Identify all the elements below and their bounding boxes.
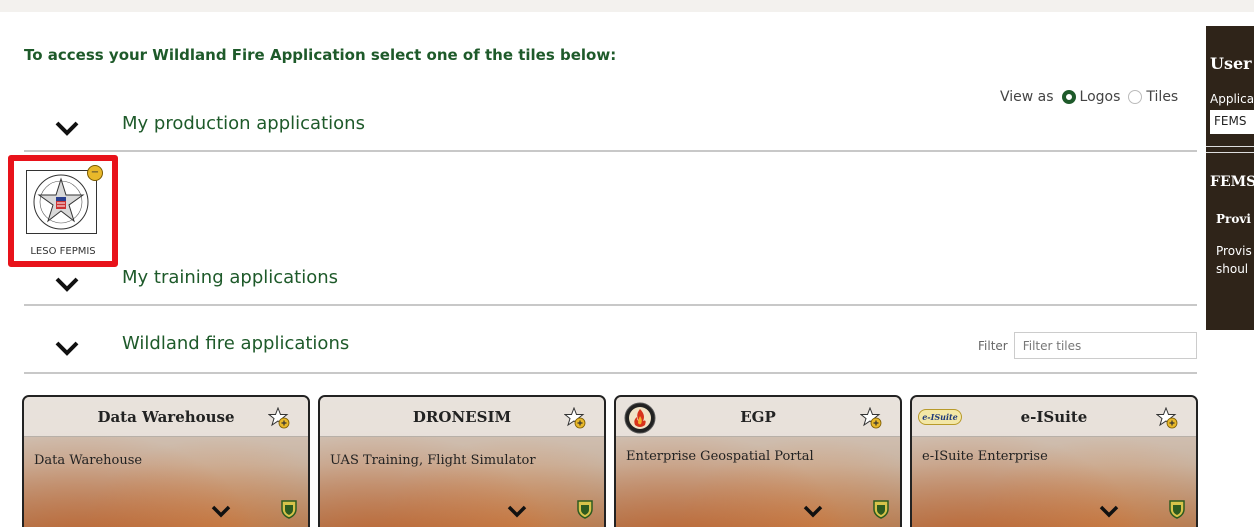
add-favorite-star-icon[interactable] <box>268 407 290 429</box>
production-section-title[interactable]: My production applications <box>122 113 365 134</box>
intro-heading: To access your Wildland Fire Application… <box>24 46 617 64</box>
tile-egp[interactable]: EGP Enterprise Geospatial Portal <box>614 395 902 527</box>
panel-divider <box>1206 146 1254 147</box>
top-bar <box>0 0 1254 12</box>
tile-e-isuite[interactable]: e-ISuite e-ISuite e-ISuite Enterprise <box>910 395 1198 527</box>
application-select[interactable]: FEMS <box>1210 110 1254 134</box>
training-applications-section[interactable]: My training applications <box>24 262 1197 306</box>
wildland-section-title[interactable]: Wildland fire applications <box>122 333 349 354</box>
filter-label: Filter <box>978 338 1008 353</box>
panel-item-text: Provis <box>1216 244 1252 258</box>
chevron-down-icon[interactable] <box>506 503 528 519</box>
tile-title: EGP <box>740 408 776 426</box>
tile-title: e-ISuite <box>1020 408 1088 426</box>
tile-description: Enterprise Geospatial Portal <box>626 449 814 464</box>
tiles-radio-label[interactable]: Tiles <box>1146 89 1178 105</box>
forest-service-shield-icon <box>873 500 889 519</box>
forest-service-shield-icon <box>1169 500 1185 519</box>
panel-item-text: shoul <box>1216 262 1249 276</box>
logos-radio-label[interactable]: Logos <box>1080 89 1121 105</box>
tile-title: DRONESIM <box>412 408 512 426</box>
chevron-down-icon[interactable] <box>54 338 80 358</box>
chevron-down-icon[interactable] <box>54 274 80 294</box>
tile-dronesim[interactable]: DRONESIM UAS Training, Flight Simulator <box>318 395 606 527</box>
tile-description: UAS Training, Flight Simulator <box>330 453 536 468</box>
leso-fepmis-caption: LESO FEPMIS <box>30 246 96 257</box>
chevron-down-icon[interactable] <box>210 503 232 519</box>
panel-item-title[interactable]: Provi <box>1216 212 1251 226</box>
add-favorite-star-icon[interactable] <box>860 407 882 429</box>
view-as-toggle: View as Logos Tiles <box>1000 89 1178 105</box>
tile-title: Data Warehouse <box>97 408 235 426</box>
panel-user-heading: User <box>1210 54 1252 73</box>
filter-box: Filter <box>978 332 1197 359</box>
chevron-down-icon[interactable] <box>54 118 80 138</box>
tiles-radio[interactable] <box>1128 90 1143 104</box>
add-favorite-star-icon[interactable] <box>564 407 586 429</box>
add-favorite-star-icon[interactable] <box>1156 407 1178 429</box>
user-side-panel: User Applica FEMS FEMS Provi Provis shou… <box>1206 26 1254 330</box>
chevron-down-icon[interactable] <box>1098 503 1120 519</box>
favorite-remove-badge-icon[interactable]: − <box>87 165 103 181</box>
forest-service-shield-icon <box>281 500 297 519</box>
panel-divider <box>1206 152 1254 153</box>
filter-input[interactable] <box>1013 332 1197 359</box>
training-section-title[interactable]: My training applications <box>122 267 338 288</box>
panel-application-label: Applica <box>1210 92 1254 106</box>
tile-description: e-ISuite Enterprise <box>922 449 1048 464</box>
leso-star-seal-icon: − <box>26 165 103 234</box>
panel-section-title: FEMS <box>1210 174 1254 190</box>
leso-fepmis-app[interactable]: − LESO FEPMIS <box>8 155 118 267</box>
logos-radio[interactable] <box>1061 90 1076 104</box>
chevron-down-icon[interactable] <box>802 503 824 519</box>
tile-description: Data Warehouse <box>34 453 143 468</box>
tile-data-warehouse[interactable]: Data Warehouse Data Warehouse <box>22 395 310 527</box>
production-applications-section[interactable]: My production applications <box>24 110 1197 152</box>
forest-service-shield-icon <box>577 500 593 519</box>
view-as-label: View as <box>1000 89 1054 105</box>
